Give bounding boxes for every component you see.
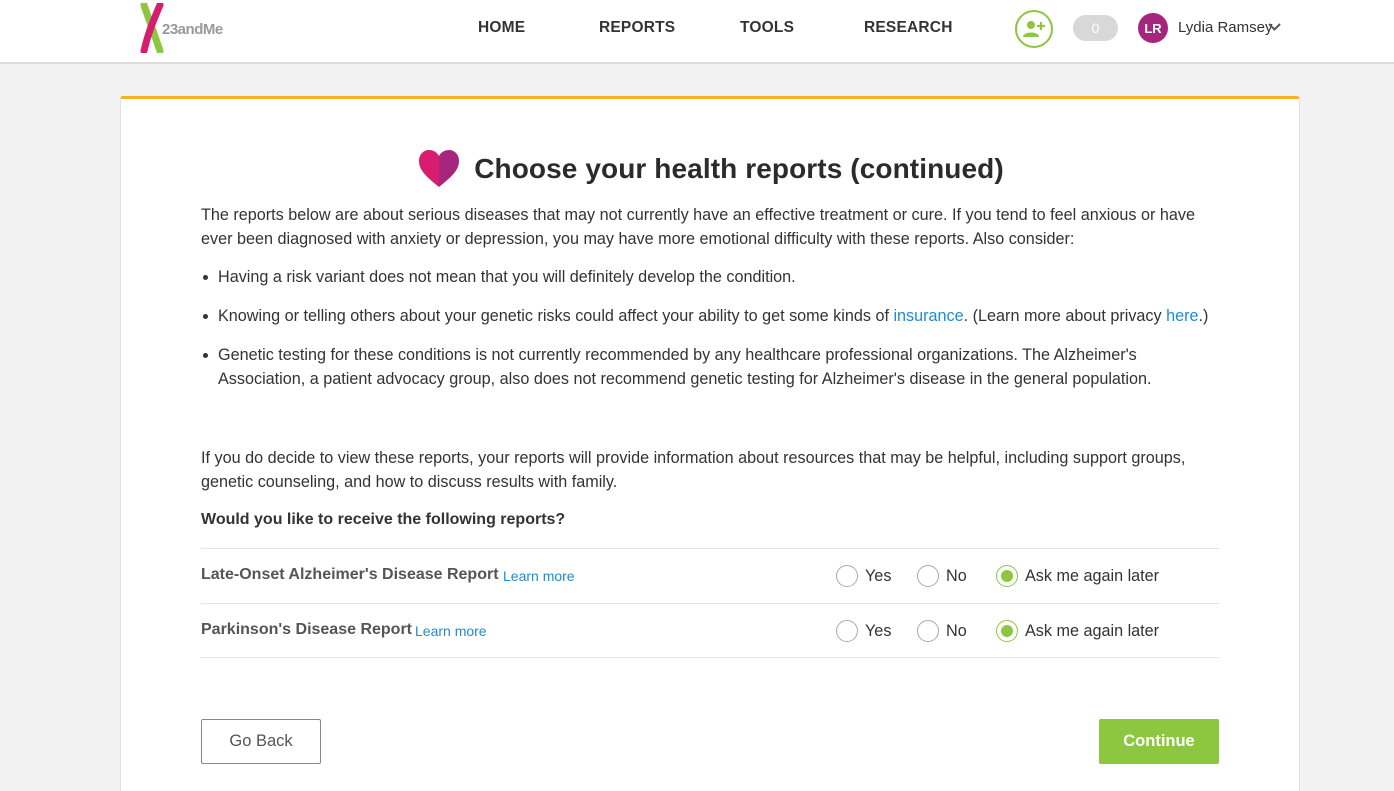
radio-ask-later[interactable]: Ask me again later xyxy=(996,565,1159,587)
bullet-text: . (Learn more about privacy xyxy=(963,307,1167,325)
avatar[interactable]: LR xyxy=(1138,13,1168,43)
learn-more-link[interactable]: Learn more xyxy=(415,623,487,639)
continue-button[interactable]: Continue xyxy=(1099,719,1219,764)
radio-button[interactable] xyxy=(836,565,858,587)
report-name: Late-Onset Alzheimer's Disease Report xyxy=(201,566,499,583)
radio-button[interactable] xyxy=(836,620,858,642)
radio-button-selected[interactable] xyxy=(996,565,1018,587)
logo-text: 23andMe xyxy=(162,20,223,38)
report-name: Parkinson's Disease Report xyxy=(201,621,412,638)
option-label: Yes xyxy=(865,566,892,585)
radio-no[interactable]: No xyxy=(917,620,967,642)
go-back-button[interactable]: Go Back xyxy=(201,719,321,764)
health-reports-card: Choose your health reports (continued) T… xyxy=(120,96,1300,791)
report-row-parkinsons: Parkinson's Disease Report Learn more Ye… xyxy=(201,603,1219,658)
radio-yes[interactable]: Yes xyxy=(836,565,891,587)
nav-tools[interactable]: TOOLS xyxy=(740,19,794,37)
list-item: Genetic testing for these conditions is … xyxy=(201,343,1221,391)
list-item: Knowing or telling others about your gen… xyxy=(201,304,1221,328)
logo[interactable]: 23andMe xyxy=(138,3,238,53)
nav-research[interactable]: RESEARCH xyxy=(864,19,953,37)
nav-reports[interactable]: REPORTS xyxy=(599,19,675,37)
list-item: Having a risk variant does not mean that… xyxy=(201,265,1221,289)
learn-more-link[interactable]: Learn more xyxy=(503,568,575,584)
option-label: Ask me again later xyxy=(1025,566,1160,585)
option-label: Yes xyxy=(865,621,892,640)
resources-text: If you do decide to view these reports, … xyxy=(201,449,1186,491)
radio-yes[interactable]: Yes xyxy=(836,620,891,642)
radio-ask-later[interactable]: Ask me again later xyxy=(996,620,1159,642)
notification-badge[interactable]: 0 xyxy=(1073,15,1118,41)
question-text: Would you like to receive the following … xyxy=(201,511,566,528)
title-row: Choose your health reports (continued) xyxy=(121,149,1301,189)
heart-icon xyxy=(419,150,460,187)
radio-button[interactable] xyxy=(917,620,939,642)
add-person-icon xyxy=(1023,21,1045,37)
nav-home[interactable]: HOME xyxy=(478,19,525,37)
privacy-here-link[interactable]: here xyxy=(1166,307,1198,325)
page-title: Choose your health reports (continued) xyxy=(474,153,1004,184)
chevron-down-icon[interactable] xyxy=(1268,22,1281,32)
logo-mark-icon xyxy=(140,3,164,53)
option-label: No xyxy=(946,566,967,585)
report-row-alzheimers: Late-Onset Alzheimer's Disease Report Le… xyxy=(201,548,1219,603)
option-label: No xyxy=(946,621,967,640)
bullet-text: Knowing or telling others about your gen… xyxy=(218,307,894,325)
option-label: Ask me again later xyxy=(1025,621,1160,640)
top-nav-bar: 23andMe HOME REPORTS TOOLS RESEARCH 0 LR… xyxy=(0,0,1394,64)
considerations-list: Having a risk variant does not mean that… xyxy=(201,265,1221,406)
add-person-button[interactable] xyxy=(1015,10,1053,48)
radio-button-selected[interactable] xyxy=(996,620,1018,642)
insurance-link[interactable]: insurance xyxy=(893,307,963,325)
radio-button[interactable] xyxy=(917,565,939,587)
user-name[interactable]: Lydia Ramsey xyxy=(1178,19,1272,36)
bullet-text: .) xyxy=(1198,307,1209,325)
radio-no[interactable]: No xyxy=(917,565,967,587)
intro-text: The reports below are about serious dise… xyxy=(201,206,1195,248)
